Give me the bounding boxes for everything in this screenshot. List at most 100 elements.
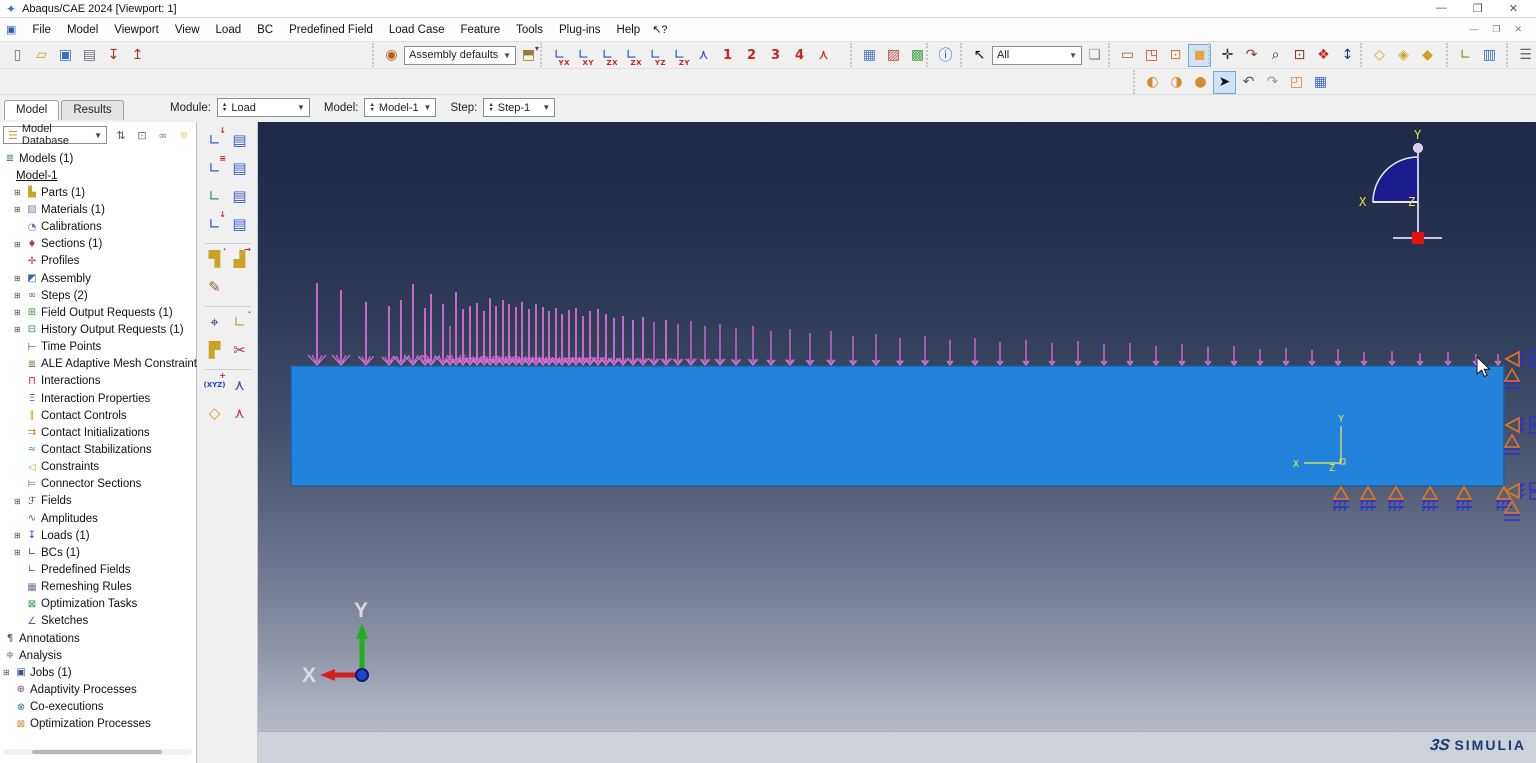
tree-item[interactable]: ⊞ ∟ Predefined Fields <box>0 561 197 578</box>
datum-plane-tool-button[interactable]: ◇ <box>202 399 227 427</box>
viewport-circle-button[interactable]: ● <box>1189 71 1212 94</box>
module-combobox[interactable]: ▲▼ Load▼ <box>217 98 310 117</box>
mesh-edit-button[interactable]: ▨ <box>882 44 905 67</box>
tree-item[interactable]: ⊞ ⊠ Optimization Processes <box>0 716 197 733</box>
import-button[interactable]: ↧ <box>102 44 125 67</box>
tree-horizontal-scrollbar[interactable] <box>4 749 192 755</box>
menu-item[interactable]: Tools <box>508 21 551 39</box>
tree-item[interactable]: ⊞ ≣ ALE Adaptive Mesh Constraints <box>0 356 197 373</box>
tree-item[interactable]: ⊞ ⊗ Co-executions <box>0 699 197 716</box>
menu-item[interactable]: BC <box>249 21 281 39</box>
fit-view-button[interactable]: ❖ <box>1312 44 1335 67</box>
hidden-line-render-button[interactable]: ◈ <box>1392 44 1415 67</box>
tree-item[interactable]: ⊞ Model-1 <box>0 167 197 184</box>
menu-item[interactable]: Load Case <box>381 21 453 39</box>
bc-manager-button[interactable]: ▤ <box>227 154 252 182</box>
overlay-button[interactable]: ❏ <box>1083 44 1106 67</box>
viewport-monitor-button[interactable]: ▦ <box>1309 71 1332 94</box>
menu-item[interactable]: File <box>24 21 59 39</box>
viewport-close-button[interactable]: ✕ <box>1514 24 1522 35</box>
datum-axis-tool-button[interactable]: ⋏ <box>227 371 252 399</box>
expand-icon[interactable]: ⊞ <box>14 325 25 334</box>
tree-item[interactable]: ⊞ ▣ Jobs (1) <box>0 664 197 681</box>
menu-item[interactable]: Model <box>59 21 106 39</box>
menu-item[interactable]: Feature <box>452 21 508 39</box>
viewport-options-button[interactable]: ▥ <box>1478 44 1501 67</box>
undo-button[interactable]: ↶ <box>1237 71 1260 94</box>
left-view-button[interactable]: ∟YZ <box>644 44 667 67</box>
spatial-tool-button[interactable]: ▟ → <box>227 245 252 273</box>
viewport-overlay-2-button[interactable]: ◑ <box>1165 71 1188 94</box>
tree-item[interactable]: ⊞ ∥ Contact Controls <box>0 407 197 424</box>
tree-item[interactable]: ⊞ ∞ Steps (2) <box>0 287 197 304</box>
user-view-3-button[interactable]: 3 <box>764 44 787 67</box>
tree-item[interactable]: ⊞ ⇉ Contact Initializations <box>0 424 197 441</box>
load-manager-button[interactable]: ▤ <box>227 126 252 154</box>
expand-icon[interactable]: ⊞ <box>3 668 14 677</box>
user-view-4-button[interactable]: 4 <box>788 44 811 67</box>
back-view-button[interactable]: ∟XY <box>572 44 595 67</box>
create-load-case-button[interactable]: ∟ ↓ <box>202 210 227 238</box>
tree-item[interactable]: ⊞ ◔ Calibrations <box>0 219 197 236</box>
tree-item[interactable]: ⊞ ≣ Models (1) <box>0 150 197 167</box>
expand-icon[interactable]: ⊞ <box>14 240 25 249</box>
magnify-view-button[interactable]: ⌕ <box>1264 44 1287 67</box>
tree-item[interactable]: ⊞ ⊠ Optimization Tasks <box>0 596 197 613</box>
zoom-box-button[interactable]: ⊡ <box>1288 44 1311 67</box>
highlight-select-button[interactable]: ⊡ <box>1164 44 1187 67</box>
tree-toggle-button[interactable]: ☰ <box>1514 44 1536 67</box>
select-tool-button[interactable]: ↖ <box>968 44 991 67</box>
menu-item[interactable]: Viewport <box>106 21 167 39</box>
query-tool-button[interactable]: ⌖ <box>202 308 227 336</box>
expand-icon[interactable]: ⊞ <box>14 274 25 283</box>
datum-point-tool-button[interactable]: (XYZ) + <box>202 371 227 399</box>
tree-link-button[interactable]: ∞ <box>154 127 172 144</box>
expand-icon[interactable]: ⊞ <box>14 548 25 557</box>
tree-item[interactable]: ⊞ ≑ Analysis <box>0 647 197 664</box>
open-file-button[interactable]: ▱ <box>30 44 53 67</box>
select-displayed-button[interactable]: ▭ <box>1116 44 1139 67</box>
tree-item[interactable]: ⊞ ⊟ History Output Requests (1) <box>0 321 197 338</box>
menu-item[interactable]: Plug-ins <box>551 21 609 39</box>
tree-item[interactable]: ⊞ ◁ Constraints <box>0 459 197 476</box>
tree-item[interactable]: ⊞ ▨ Materials (1) <box>0 201 197 218</box>
create-load-button[interactable]: ∟ ↓ <box>202 126 227 154</box>
tree-item[interactable]: ⊞ Ξ Interaction Properties <box>0 390 197 407</box>
expand-icon[interactable]: ⊞ <box>14 188 25 197</box>
viewport-canvas[interactable]: YXZYXZYX <box>258 122 1536 763</box>
color-code-palette-button[interactable]: ◉ <box>380 44 403 67</box>
panel-tab[interactable]: Results <box>61 100 123 120</box>
menu-item[interactable]: Predefined Field <box>281 21 381 39</box>
tree-item[interactable]: ⊞ ¶ Annotations <box>0 630 197 647</box>
load-case-manager-button[interactable]: ▤ <box>227 210 252 238</box>
tree-item[interactable]: ⊞ ⊢ Time Points <box>0 339 197 356</box>
minimize-button[interactable]: — <box>1436 2 1447 15</box>
cycle-view-button[interactable]: ↕ <box>1336 44 1359 67</box>
predefined-field-manager-button[interactable]: ▤ <box>227 182 252 210</box>
tree-item[interactable]: ⊞ ≈ Contact Stabilizations <box>0 441 197 458</box>
tree-item[interactable]: ⊞ ∿ Amplitudes <box>0 510 197 527</box>
pan-view-button[interactable]: ✛ <box>1216 44 1239 67</box>
selection-filter-combobox[interactable]: All▼ <box>992 46 1082 65</box>
context-help-icon[interactable]: ↖? <box>652 23 667 36</box>
tree-filter-button[interactable]: ☼ <box>175 127 193 144</box>
tree-item[interactable]: ⊞ ℱ Fields <box>0 493 197 510</box>
wireframe-render-button[interactable]: ◇ <box>1368 44 1391 67</box>
expand-icon[interactable]: ⊞ <box>14 291 25 300</box>
annotation-pointer-button[interactable]: ➤ <box>1213 71 1236 94</box>
iso-view-button[interactable]: ⋏ <box>692 44 715 67</box>
bottom-view-button[interactable]: ∟ZX <box>620 44 643 67</box>
user-view-2-button[interactable]: 2 <box>740 44 763 67</box>
menu-item[interactable]: View <box>167 21 208 39</box>
expand-icon[interactable]: ⊞ <box>14 497 25 506</box>
tree-item[interactable]: ⊞ ↧ Loads (1) <box>0 527 197 544</box>
datum-csys-tool-button[interactable]: ⋏ <box>227 399 252 427</box>
model-database-combobox[interactable]: ☰ Model Database▼ <box>3 126 107 144</box>
tree-spinner[interactable]: ⇅ <box>112 127 130 144</box>
tree-item[interactable]: ⊞ Π Interactions <box>0 373 197 390</box>
export-button[interactable]: ↥ <box>126 44 149 67</box>
expand-icon[interactable]: ⊞ <box>14 308 25 317</box>
tree-item[interactable]: ⊞ ♦ Sections (1) <box>0 236 197 253</box>
color-code-combobox[interactable]: Assembly defaults▼ <box>404 46 516 65</box>
create-predefined-field-button[interactable]: ∟ <box>202 182 227 210</box>
